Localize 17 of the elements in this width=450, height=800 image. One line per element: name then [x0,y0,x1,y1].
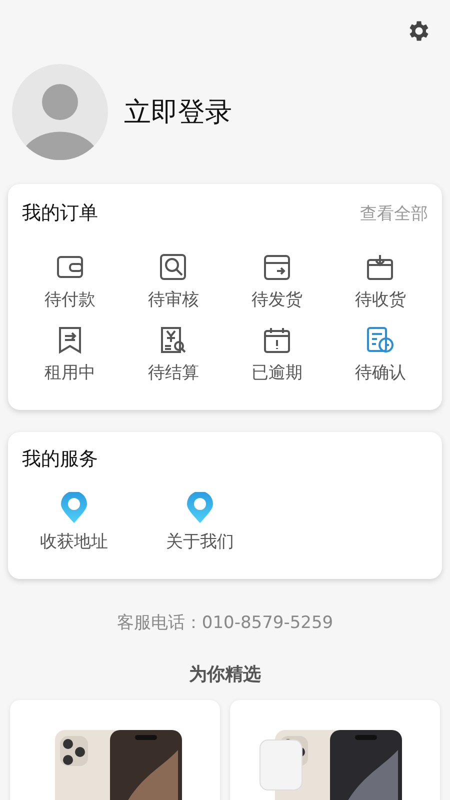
service-label[interactable]: 收获地址 [40,530,108,553]
order-status-label[interactable]: 待付款 [44,288,96,311]
order-status-label[interactable]: 待结算 [148,361,199,384]
order-status-label[interactable]: 租用中 [44,361,96,384]
hotline-text: 客服电话：010-8579-5259 [116,612,334,634]
order-status-label[interactable]: 待确认 [354,361,406,384]
section-title: 我的订单 [22,201,98,226]
location-pin-icon [60,492,88,524]
order-status-label[interactable]: 已逾期 [251,361,302,384]
location-pin-icon [186,492,214,524]
order-status-label[interactable]: 待发货 [251,288,302,311]
service-label[interactable]: 关于我们 [166,530,234,553]
order-status-label[interactable]: 待收货 [354,288,406,311]
section-title: 为你精选 [188,663,262,686]
section-title: 我的服务 [22,447,98,472]
order-status-label[interactable]: 待审核 [148,288,199,311]
login-link[interactable]: 立即登录 [124,94,232,130]
